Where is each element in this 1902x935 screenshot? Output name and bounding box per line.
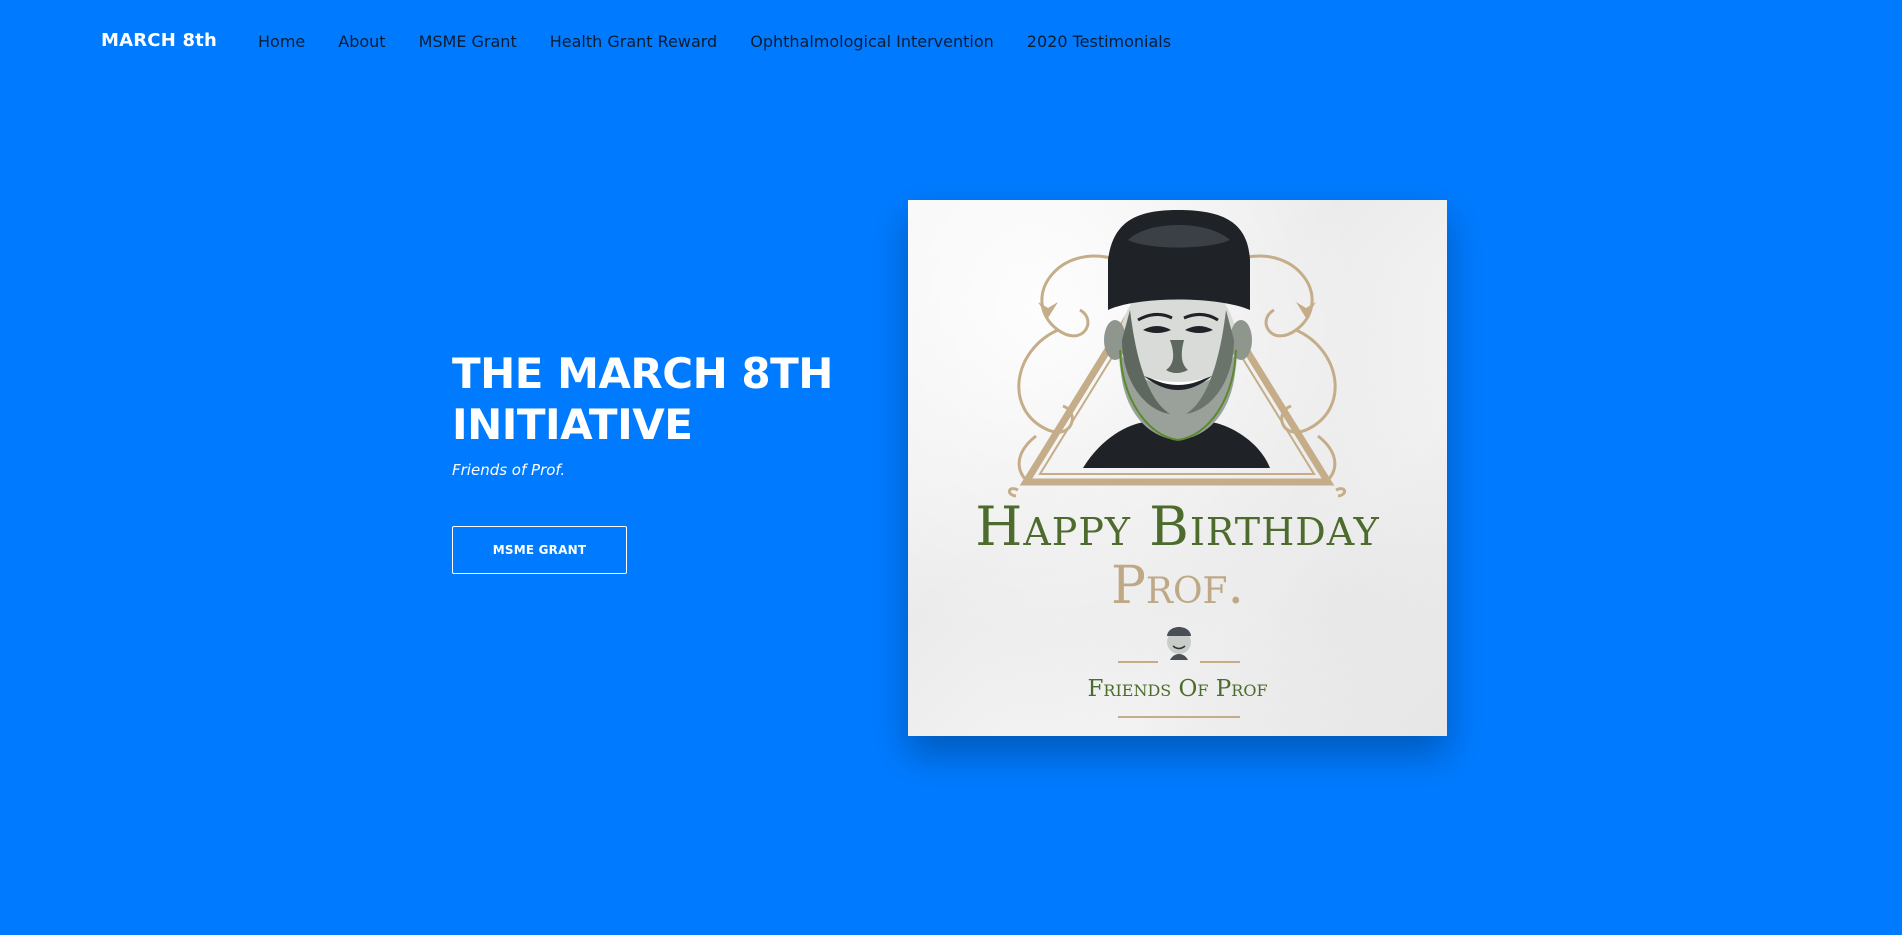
- portrait-illustration-icon: [1008, 210, 1346, 718]
- brand-logo-link[interactable]: MARCH 8th: [101, 30, 217, 51]
- hero-title-line-1: THE MARCH 8TH: [452, 349, 833, 398]
- nav-item-health-grant-reward: Health Grant Reward: [550, 32, 751, 51]
- msme-grant-button[interactable]: MSME GRANT: [452, 526, 627, 574]
- birthday-poster-image: Happy Birthday Prof. Friends Of Prof: [908, 200, 1447, 736]
- poster-happy-birthday-text: Happy Birthday: [975, 495, 1380, 558]
- nav-link-health-grant-reward[interactable]: Health Grant Reward: [550, 32, 718, 51]
- nav-item-msme-grant: MSME Grant: [419, 32, 550, 51]
- nav-link-testimonials[interactable]: 2020 Testimonials: [1027, 32, 1171, 51]
- nav-link-home[interactable]: Home: [258, 32, 305, 51]
- nav-link-ophthalmological-intervention[interactable]: Ophthalmological Intervention: [750, 32, 994, 51]
- hero-subtitle: Friends of Prof.: [452, 461, 566, 479]
- nav-item-ophthalmological-intervention: Ophthalmological Intervention: [750, 32, 1027, 51]
- poster-prof-text: Prof.: [1110, 556, 1245, 616]
- hero-title-line-2: INITIATIVE: [452, 400, 693, 449]
- nav-item-about: About: [338, 32, 418, 51]
- nav-link-about[interactable]: About: [338, 32, 385, 51]
- nav-menu: Home About MSME Grant Health Grant Rewar…: [258, 32, 1204, 51]
- nav-link-msme-grant[interactable]: MSME Grant: [419, 32, 517, 51]
- top-navbar: MARCH 8th Home About MSME Grant Health G…: [0, 0, 1902, 84]
- nav-item-testimonials: 2020 Testimonials: [1027, 32, 1204, 51]
- hero-title: THE MARCH 8TH INITIATIVE: [452, 348, 872, 450]
- nav-item-home: Home: [258, 32, 338, 51]
- poster-friends-of-prof-text: Friends Of Prof: [1087, 676, 1268, 702]
